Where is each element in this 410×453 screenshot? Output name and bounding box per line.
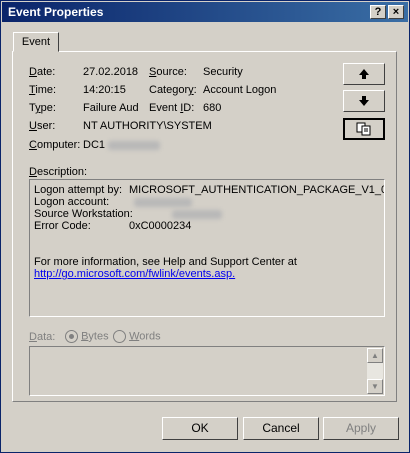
event-properties-window: Event Properties ? × Event Date: 27.02.2… — [0, 0, 410, 453]
time-value: 14:20:15 — [83, 84, 126, 96]
date-label: Date: — [29, 66, 56, 78]
scroll-up-button[interactable]: ▲ — [367, 348, 383, 363]
source-workstation-row: Source Workstation: — [34, 208, 380, 220]
computer-value: DC1 — [83, 139, 161, 151]
help-button[interactable]: ? — [370, 5, 386, 19]
user-value: NT AUTHORITY\SYSTEM — [83, 120, 212, 132]
data-scrollbar[interactable]: ▲ ▼ — [367, 348, 383, 394]
copy-icon — [356, 122, 371, 136]
computer-label: Computer: — [29, 139, 81, 151]
previous-event-button[interactable] — [343, 63, 385, 85]
type-value: Failure Aud — [83, 102, 139, 114]
redacted-account — [134, 198, 192, 207]
logon-account-label: Logon account: — [34, 196, 110, 208]
more-info-text: For more information, see Help and Suppo… — [34, 256, 297, 268]
next-event-button[interactable] — [343, 90, 385, 112]
arrow-up-icon — [359, 69, 369, 79]
bytes-radio[interactable]: Bytes — [65, 330, 109, 343]
error-code-label: Error Code: — [34, 220, 91, 232]
date-value: 27.02.2018 — [83, 66, 139, 78]
logon-account-row: Logon account: — [34, 196, 380, 208]
help-link[interactable]: http://go.microsoft.com/fwlink/events.as… — [34, 268, 380, 280]
title-bar: Event Properties ? × — [2, 2, 408, 22]
redacted-workstation — [172, 210, 222, 219]
redacted-computer — [108, 140, 161, 150]
window-title: Event Properties — [8, 5, 104, 19]
user-label: User: — [29, 120, 56, 132]
source-workstation-label: Source Workstation: — [34, 208, 133, 220]
ok-button[interactable]: OK — [162, 417, 238, 440]
type-label: Type: — [29, 102, 56, 114]
logon-attempt-row: Logon attempt by: MICROSOFT_AUTHENTICATI… — [34, 184, 384, 196]
words-radio-circle — [113, 330, 126, 343]
close-button[interactable]: × — [388, 5, 404, 19]
error-code-row: Error Code: 0xC0000234 — [34, 220, 380, 232]
copy-button[interactable] — [343, 118, 385, 140]
description-label: Description: — [29, 166, 88, 178]
source-value: Security — [203, 66, 243, 78]
data-label: Data: — [29, 331, 56, 343]
scroll-down-button[interactable]: ▼ — [367, 379, 383, 394]
source-label: Source: — [149, 66, 187, 78]
tab-event[interactable]: Event — [13, 32, 59, 52]
description-box[interactable]: Logon attempt by: MICROSOFT_AUTHENTICATI… — [29, 179, 385, 317]
words-radio[interactable]: Words — [113, 330, 161, 343]
bytes-radio-circle — [65, 330, 78, 343]
event-id-label: Event ID: — [149, 102, 195, 114]
error-code-value: 0xC0000234 — [129, 220, 192, 232]
logon-attempt-value: MICROSOFT_AUTHENTICATION_PACKAGE_V1_0 — [129, 184, 385, 196]
category-label: Category: — [149, 84, 197, 96]
time-label: Time: — [29, 84, 57, 96]
logon-attempt-label: Logon attempt by: — [34, 184, 123, 196]
category-value: Account Logon — [203, 84, 277, 96]
data-box[interactable]: ▲ ▼ — [29, 346, 385, 396]
event-id-value: 680 — [203, 102, 222, 114]
arrow-down-icon — [359, 96, 369, 106]
apply-button[interactable]: Apply — [323, 417, 399, 440]
cancel-button[interactable]: Cancel — [243, 417, 319, 440]
